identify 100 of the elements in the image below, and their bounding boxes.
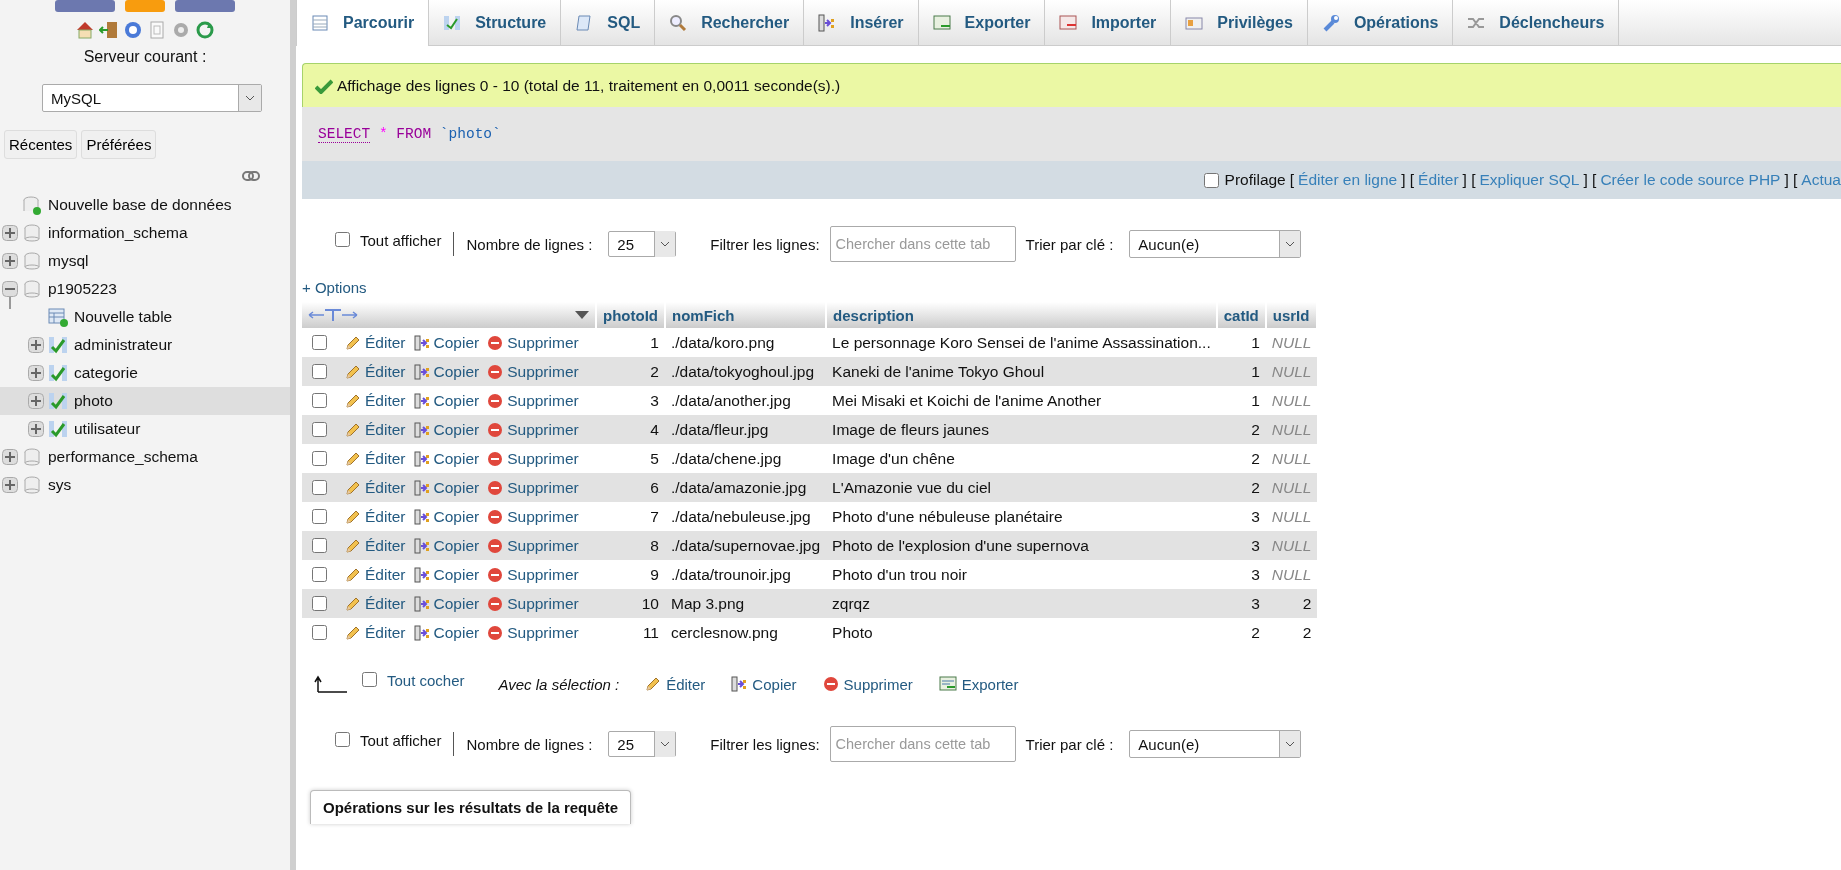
tree-item[interactable]: sys bbox=[0, 471, 290, 499]
delete-icon bbox=[487, 450, 504, 467]
row-action[interactable]: Éditer bbox=[345, 391, 406, 410]
row-action[interactable]: Supprimer bbox=[487, 362, 579, 381]
row-action[interactable]: Copier bbox=[413, 507, 480, 526]
profiling-checkbox[interactable] bbox=[1203, 172, 1219, 188]
dropdown-arrow-icon bbox=[654, 231, 676, 257]
column-header[interactable]: nomFich bbox=[665, 302, 827, 328]
sidebar-button[interactable]: Préférées bbox=[81, 130, 157, 159]
bulk-action[interactable]: Copier bbox=[731, 675, 797, 693]
insert-icon bbox=[818, 13, 837, 32]
row-action[interactable]: Supprimer bbox=[487, 507, 579, 526]
row-checkbox[interactable] bbox=[312, 364, 327, 379]
row-action[interactable]: Éditer bbox=[345, 594, 406, 613]
row-action[interactable]: Éditer bbox=[345, 623, 406, 642]
row-action[interactable]: Copier bbox=[413, 391, 480, 410]
tree-item[interactable]: mysql bbox=[0, 247, 290, 275]
row-action[interactable]: Supprimer bbox=[487, 536, 579, 555]
pencil-icon bbox=[345, 421, 361, 438]
column-header[interactable]: usrId bbox=[1265, 302, 1318, 328]
row-action[interactable]: Copier bbox=[413, 594, 480, 613]
database-icon bbox=[22, 279, 42, 299]
dropdown-arrow-icon bbox=[654, 731, 676, 757]
row-action[interactable]: Éditer bbox=[345, 449, 406, 468]
table-cell: 1 bbox=[597, 328, 665, 357]
tree-item[interactable]: Nouvelle table bbox=[0, 303, 290, 331]
delete-icon bbox=[822, 676, 839, 692]
rows-select[interactable]: 25 bbox=[608, 731, 677, 757]
column-header[interactable]: photoId bbox=[597, 302, 665, 328]
row-action[interactable]: Copier bbox=[413, 565, 480, 584]
filter-field[interactable]: Chercher dans cette tab bbox=[829, 226, 1016, 262]
table-cell: NULL bbox=[1265, 357, 1318, 386]
pencil-icon bbox=[345, 479, 361, 496]
row-checkbox[interactable] bbox=[312, 335, 327, 350]
tree-item[interactable]: Nouvelle base de données bbox=[0, 191, 290, 219]
show-all-checkbox[interactable] bbox=[335, 731, 350, 747]
check-all-link[interactable]: Tout cocher bbox=[387, 671, 465, 689]
tab[interactable]: Parcourir bbox=[296, 0, 430, 46]
row-action[interactable]: Supprimer bbox=[487, 478, 579, 497]
tree-item[interactable]: categorie bbox=[0, 359, 290, 387]
row-checkbox[interactable] bbox=[312, 480, 327, 495]
bulk-action[interactable]: Supprimer bbox=[822, 675, 913, 693]
sort-select[interactable]: Aucun(e) bbox=[1129, 730, 1302, 758]
row-action[interactable]: Copier bbox=[413, 623, 480, 642]
row-action[interactable]: Copier bbox=[413, 333, 480, 352]
row-action[interactable]: Supprimer bbox=[487, 594, 579, 613]
server-select[interactable]: MySQL bbox=[42, 84, 262, 112]
row-action[interactable]: Supprimer bbox=[487, 391, 579, 410]
row-checkbox[interactable] bbox=[312, 422, 327, 437]
options-link[interactable]: + Options bbox=[302, 278, 367, 296]
filter-field[interactable]: Chercher dans cette tab bbox=[829, 726, 1016, 762]
table-cell: Map 3.png bbox=[665, 589, 827, 618]
row-checkbox[interactable] bbox=[312, 625, 327, 640]
row-action[interactable]: Éditer bbox=[345, 478, 406, 497]
row-action[interactable]: Éditer bbox=[345, 362, 406, 381]
show-all-checkbox[interactable] bbox=[335, 231, 350, 247]
delete-icon bbox=[487, 537, 504, 554]
bulk-action[interactable]: Éditer bbox=[645, 675, 706, 693]
row-checkbox[interactable] bbox=[312, 538, 327, 553]
row-action[interactable]: Éditer bbox=[345, 565, 406, 584]
row-checkbox[interactable] bbox=[312, 451, 327, 466]
row-action[interactable]: Éditer bbox=[345, 507, 406, 526]
tree-item[interactable]: utilisateur bbox=[0, 415, 290, 443]
row-action[interactable]: Copier bbox=[413, 420, 480, 439]
sort-select[interactable]: Aucun(e) bbox=[1129, 230, 1302, 258]
with-selection-label: Avec la sélection : bbox=[498, 675, 620, 693]
row-action[interactable]: Supprimer bbox=[487, 623, 579, 642]
row-checkbox[interactable] bbox=[312, 567, 327, 582]
rows-select[interactable]: 25 bbox=[608, 231, 677, 257]
row-action[interactable]: Copier bbox=[413, 362, 480, 381]
table-cell: 9 bbox=[597, 560, 665, 589]
rows-label: Nombre de lignes : bbox=[466, 235, 593, 253]
tree-item[interactable]: administrateur bbox=[0, 331, 290, 359]
row-checkbox[interactable] bbox=[312, 509, 327, 524]
copy-icon bbox=[413, 450, 430, 467]
row-checkbox[interactable] bbox=[312, 596, 327, 611]
dropdown-arrow-icon bbox=[238, 85, 261, 111]
row-action[interactable]: Supprimer bbox=[487, 420, 579, 439]
table-structure-icon bbox=[48, 391, 68, 411]
table-cell: 2 bbox=[1265, 589, 1318, 618]
bulk-action[interactable]: Exporter bbox=[938, 675, 1019, 693]
row-checkbox[interactable] bbox=[312, 393, 327, 408]
row-action[interactable]: Éditer bbox=[345, 420, 406, 439]
tree-item[interactable]: information_schema bbox=[0, 219, 290, 247]
column-header[interactable]: catId bbox=[1216, 302, 1266, 328]
column-resize-icon bbox=[308, 308, 358, 322]
row-action[interactable]: Copier bbox=[413, 449, 480, 468]
row-action[interactable]: Éditer bbox=[345, 536, 406, 555]
tree-item[interactable]: photo bbox=[0, 387, 290, 415]
bracket: ] [ bbox=[1461, 171, 1477, 189]
row-action[interactable]: Copier bbox=[413, 478, 480, 497]
row-action[interactable]: Supprimer bbox=[487, 449, 579, 468]
tree-item[interactable]: performance_schema bbox=[0, 443, 290, 471]
column-header[interactable]: description bbox=[826, 302, 1217, 328]
row-action[interactable]: Supprimer bbox=[487, 333, 579, 352]
sidebar-button[interactable]: Récentes bbox=[4, 130, 78, 159]
check-all-checkbox[interactable] bbox=[362, 671, 377, 687]
row-action[interactable]: Éditer bbox=[345, 333, 406, 352]
row-action[interactable]: Supprimer bbox=[487, 565, 579, 584]
row-action[interactable]: Copier bbox=[413, 536, 480, 555]
